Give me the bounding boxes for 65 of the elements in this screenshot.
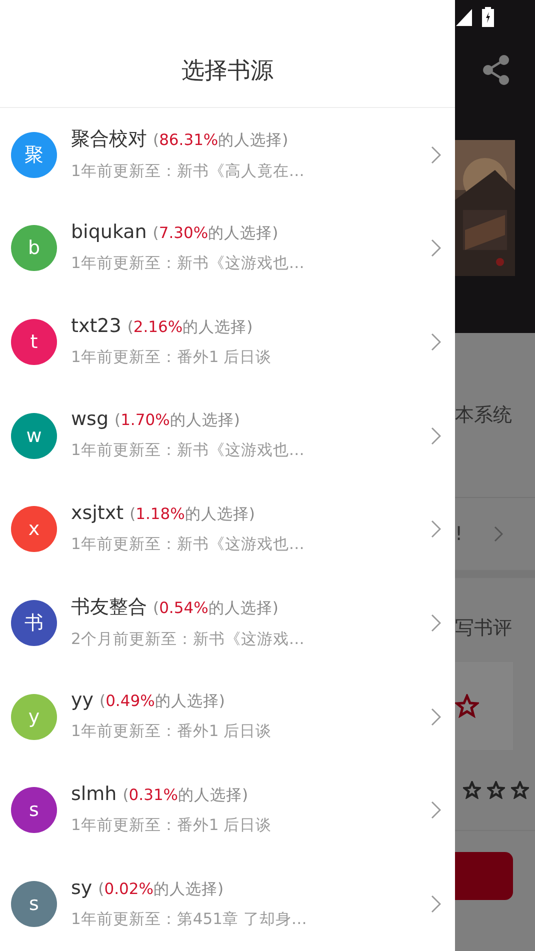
latest-update: 1年前更新至：新书《高人竟在… xyxy=(71,160,306,182)
source-avatar: s xyxy=(11,787,57,834)
source-name: slmh xyxy=(71,782,117,805)
chevron-icon xyxy=(431,708,441,726)
star-icon[interactable] xyxy=(455,694,479,718)
source-name: 聚合校对 xyxy=(71,126,147,152)
latest-update: 1年前更新至：第451章 了却身… xyxy=(71,908,308,930)
source-item[interactable]: b biqukan (7.30%的人选择) 1年前更新至：新书《这游戏也… xyxy=(0,202,455,296)
latest-update: 1年前更新至：新书《这游戏也… xyxy=(71,534,306,555)
source-item[interactable]: 书 书友整合 (0.54%的人选择) 2个月前更新至：新书《这游戏… xyxy=(0,576,455,670)
source-item[interactable]: x xsjtxt (1.18%的人选择) 1年前更新至：新书《这游戏也… xyxy=(0,482,455,576)
source-avatar: x xyxy=(11,506,57,552)
choice-share: (86.31%的人选择) xyxy=(153,130,288,151)
choice-share: (1.18%的人选择) xyxy=(130,504,255,525)
notice-text: ! xyxy=(455,523,463,545)
source-item[interactable]: s sy (0.02%的人选择) 1年前更新至：第451章 了却身… xyxy=(0,857,455,951)
star-icon xyxy=(463,781,481,799)
share-icon[interactable] xyxy=(482,55,510,85)
latest-update: 1年前更新至：番外1 后日谈 xyxy=(71,346,273,368)
chevron-icon xyxy=(431,520,441,538)
source-name: 书友整合 xyxy=(71,595,147,620)
source-avatar: t xyxy=(11,319,57,366)
chevron-icon xyxy=(431,239,441,258)
source-name: xsjtxt xyxy=(71,502,124,524)
source-avatar: y xyxy=(11,694,57,740)
source-avatar: 聚 xyxy=(11,132,57,178)
review-label: 写书评 xyxy=(455,616,512,641)
battery-icon xyxy=(482,7,494,27)
source-item[interactable]: 聚 聚合校对 (86.31%的人选择) 1年前更新至：新书《高人竟在… xyxy=(0,108,455,202)
choice-share: (0.02%的人选择) xyxy=(98,878,224,900)
source-avatar: s xyxy=(11,881,57,928)
choice-share: (1.70%的人选择) xyxy=(114,410,240,432)
latest-update: 1年前更新至：新书《这游戏也… xyxy=(71,252,306,274)
source-avatar: w xyxy=(11,412,57,459)
latest-update: 1年前更新至：番外1 后日谈 xyxy=(71,721,273,742)
latest-update: 2个月前更新至：新书《这游戏… xyxy=(71,629,306,650)
source-name: wsg xyxy=(71,408,108,430)
choice-share: (7.30%的人选择) xyxy=(152,222,278,244)
chevron-icon xyxy=(494,526,503,542)
latest-update: 1年前更新至：番外1 后日谈 xyxy=(71,814,273,836)
chevron-icon xyxy=(431,614,441,632)
source-avatar: b xyxy=(11,225,57,272)
source-item[interactable]: s slmh (0.31%的人选择) 1年前更新至：番外1 后日谈 xyxy=(0,764,455,858)
source-avatar: 书 xyxy=(11,600,57,646)
latest-update: 1年前更新至：新书《这游戏也… xyxy=(71,440,306,462)
source-item[interactable]: t txt23 (2.16%的人选择) 1年前更新至：番外1 后日谈 xyxy=(0,295,455,389)
source-item[interactable]: w wsg (1.70%的人选择) 1年前更新至：新书《这游戏也… xyxy=(0,388,455,483)
source-name: txt23 xyxy=(71,314,122,337)
star-icon xyxy=(487,781,505,799)
source-name: yy xyxy=(71,689,94,712)
source-name: biqukan xyxy=(71,220,147,243)
chevron-icon xyxy=(431,426,441,445)
star-icon xyxy=(511,781,529,799)
choice-share: (0.49%的人选择) xyxy=(100,691,225,712)
choice-share: (2.16%的人选择) xyxy=(127,316,253,338)
source-name: sy xyxy=(71,876,92,899)
drawer-title: 选择书源 xyxy=(182,56,274,86)
chevron-icon xyxy=(431,801,441,820)
chevron-icon xyxy=(431,146,441,164)
choice-share: (0.31%的人选择) xyxy=(122,784,248,806)
source-item[interactable]: y yy (0.49%的人选择) 1年前更新至：番外1 后日谈 xyxy=(0,670,455,764)
chevron-icon xyxy=(431,333,441,352)
chevron-icon xyxy=(431,895,441,914)
intro-text: 本系统 xyxy=(455,403,512,428)
choice-share: (0.54%的人选择) xyxy=(153,598,278,620)
